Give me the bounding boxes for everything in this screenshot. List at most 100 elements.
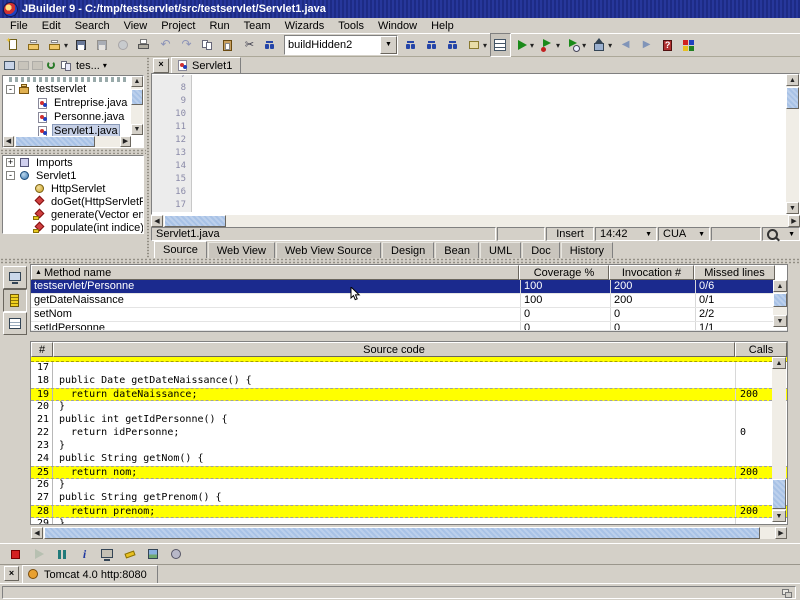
toolbar-button[interactable]: ▾ bbox=[92, 33, 113, 57]
method-row[interactable]: setNom 0 0 2/2 bbox=[31, 308, 787, 322]
run-toolbar-button[interactable] bbox=[51, 545, 72, 564]
run-toolbar-button[interactable] bbox=[97, 545, 118, 564]
toolbar-button[interactable]: ▾ bbox=[197, 33, 218, 57]
scrollbar-thumb[interactable] bbox=[773, 293, 787, 307]
structure-item[interactable]: HttpServlet bbox=[3, 182, 143, 195]
project-tree-item[interactable]: Personne.java bbox=[3, 110, 143, 124]
menu-item[interactable]: Edit bbox=[36, 19, 67, 33]
tree-expander[interactable]: + bbox=[6, 158, 15, 167]
dropdown-caret-icon[interactable]: ▾ bbox=[556, 41, 560, 50]
code-line[interactable]: 14 response.setContentType("text/html"); bbox=[152, 160, 799, 173]
scrollbar-thumb[interactable] bbox=[772, 479, 786, 509]
scrollbar-thumb[interactable] bbox=[44, 527, 760, 539]
run-toolbar-button[interactable] bbox=[74, 545, 95, 564]
pane-splitter[interactable] bbox=[0, 149, 146, 154]
toolbar-button[interactable]: ▾ bbox=[511, 33, 537, 57]
scroll-up-button[interactable]: ▲ bbox=[773, 280, 787, 292]
column-header-line[interactable]: # bbox=[31, 342, 53, 357]
scroll-left-button[interactable]: ◀ bbox=[3, 136, 14, 147]
coverage-view-button[interactable] bbox=[3, 312, 27, 335]
scrollbar-thumb[interactable] bbox=[786, 87, 799, 109]
column-header-method-name[interactable]: ▲ Method name bbox=[31, 265, 519, 280]
scroll-right-button[interactable]: ▶ bbox=[775, 527, 787, 539]
scroll-down-button[interactable]: ▼ bbox=[131, 124, 143, 135]
toolbar-button[interactable]: ▾ bbox=[218, 33, 239, 57]
scroll-right-button[interactable]: ▶ bbox=[788, 215, 800, 227]
source-row[interactable]: 29 } bbox=[31, 518, 787, 524]
menu-item[interactable]: Help bbox=[425, 19, 460, 33]
method-row[interactable]: setIdPersonne 0 0 1/1 bbox=[31, 322, 787, 331]
editor-tab[interactable]: Servlet1 bbox=[171, 57, 241, 73]
coverage-view-button[interactable] bbox=[3, 289, 27, 312]
toolbar-button[interactable]: ▾ bbox=[239, 33, 260, 57]
source-row[interactable]: 25 return nom; 200 bbox=[31, 466, 787, 479]
toolbar-button[interactable]: ▾ bbox=[155, 33, 176, 57]
view-tab[interactable]: UML bbox=[480, 242, 521, 258]
build-target-combo[interactable]: buildHidden2 ▼ bbox=[284, 35, 398, 55]
method-table-vscrollbar[interactable]: ▲ ▼ bbox=[773, 280, 787, 327]
code-line[interactable]: 7 import java.text.SimpleDateFormat; bbox=[152, 75, 799, 82]
code-line[interactable]: 9 import java.text.ParseException; bbox=[152, 95, 799, 108]
code-line[interactable]: 12 public void doGet(HttpServletRequest … bbox=[152, 134, 799, 147]
source-row[interactable]: 27 public String getPrenom() { bbox=[31, 492, 787, 505]
source-row[interactable]: 17 bbox=[31, 362, 787, 375]
menu-item[interactable]: Team bbox=[238, 19, 277, 33]
toolbar-button[interactable]: ▾ bbox=[563, 33, 589, 57]
run-toolbar-button[interactable] bbox=[28, 545, 49, 564]
menu-item[interactable]: File bbox=[4, 19, 34, 33]
column-header-coverage[interactable]: Coverage % bbox=[519, 265, 609, 280]
source-row[interactable]: 28 return prenom; 200 bbox=[31, 505, 787, 518]
source-row[interactable]: 24 public String getNom() { bbox=[31, 453, 787, 466]
method-row[interactable]: testservlet/Personne 100 200 0/6 bbox=[31, 280, 787, 294]
project-tree-item[interactable]: - testservlet bbox=[3, 82, 143, 96]
toolbar-button[interactable]: ▾ bbox=[464, 33, 490, 57]
toolbar-button[interactable]: ▾ bbox=[113, 33, 134, 57]
run-toolbar-button[interactable] bbox=[166, 545, 187, 564]
source-table-hscrollbar[interactable]: ◀ ▶ bbox=[31, 527, 787, 539]
menu-item[interactable]: Tools bbox=[332, 19, 370, 33]
scroll-up-button[interactable]: ▲ bbox=[786, 74, 799, 86]
menu-item[interactable]: Run bbox=[203, 19, 235, 33]
view-tab[interactable]: Web View bbox=[208, 242, 275, 258]
toolbar-button[interactable]: ▾ bbox=[422, 33, 443, 57]
project-tree-hscrollbar[interactable]: ◀ ▶ bbox=[3, 136, 131, 147]
coverage-view-button[interactable] bbox=[3, 266, 27, 289]
status-keymap[interactable]: CUA ▼ bbox=[658, 227, 710, 241]
toolbar-button[interactable]: ▾ bbox=[589, 33, 615, 57]
source-table-vscrollbar[interactable]: ▲ ▼ bbox=[772, 357, 786, 522]
source-row[interactable]: 26 } bbox=[31, 479, 787, 492]
code-line[interactable]: 13 try { bbox=[152, 147, 799, 160]
scroll-left-button[interactable]: ◀ bbox=[31, 527, 43, 539]
source-row[interactable]: 18 public Date getDateNaissance() { bbox=[31, 375, 787, 388]
source-row[interactable]: 21 public int getIdPersonne() { bbox=[31, 414, 787, 427]
title-bar[interactable]: JBuilder 9 - C:/tmp/testservlet/src/test… bbox=[0, 0, 800, 18]
project-toolbar-button[interactable] bbox=[59, 59, 72, 72]
view-tab[interactable]: History bbox=[561, 242, 613, 258]
column-header-missed[interactable]: Missed lines bbox=[694, 265, 775, 280]
structure-item[interactable]: generate(Vector entrep bbox=[3, 208, 143, 221]
project-tree-vscrollbar[interactable]: ▲ ▼ bbox=[131, 76, 143, 135]
source-row[interactable]: 19 return dateNaissance; 200 bbox=[31, 388, 787, 401]
view-tab[interactable]: Doc bbox=[522, 242, 560, 258]
structure-item[interactable]: populate(int indice) bbox=[3, 221, 143, 234]
source-row[interactable]: 22 return idPersonne; 0 bbox=[31, 427, 787, 440]
toolbar-button[interactable]: ▾ bbox=[678, 33, 699, 57]
column-header-invocation[interactable]: Invocation # bbox=[609, 265, 694, 280]
project-toolbar-button[interactable] bbox=[31, 59, 44, 72]
menu-item[interactable]: Project bbox=[155, 19, 201, 33]
menu-item[interactable]: View bbox=[118, 19, 154, 33]
status-caret-position[interactable]: 14:42 ▼ bbox=[595, 227, 657, 241]
toolbar-button[interactable]: ▾ bbox=[45, 33, 71, 57]
structure-item[interactable]: doGet(HttpServletReque bbox=[3, 195, 143, 208]
code-line[interactable]: 11 public class Servlet1 extends HttpSer… bbox=[152, 121, 799, 134]
close-file-button[interactable]: × bbox=[153, 58, 169, 73]
status-insert-mode[interactable]: Insert bbox=[546, 227, 594, 241]
code-line[interactable]: 15 bbox=[152, 173, 799, 186]
scroll-up-button[interactable]: ▲ bbox=[131, 76, 143, 87]
toolbar-button[interactable]: ▾ bbox=[615, 33, 636, 57]
structure-item[interactable]: - Servlet1 bbox=[3, 169, 143, 182]
editor-vscrollbar[interactable]: ▲ ▼ bbox=[786, 74, 799, 214]
column-header-calls[interactable]: Calls bbox=[735, 342, 787, 357]
column-header-source[interactable]: Source code bbox=[53, 342, 735, 357]
close-message-view-button[interactable]: × bbox=[4, 566, 19, 581]
